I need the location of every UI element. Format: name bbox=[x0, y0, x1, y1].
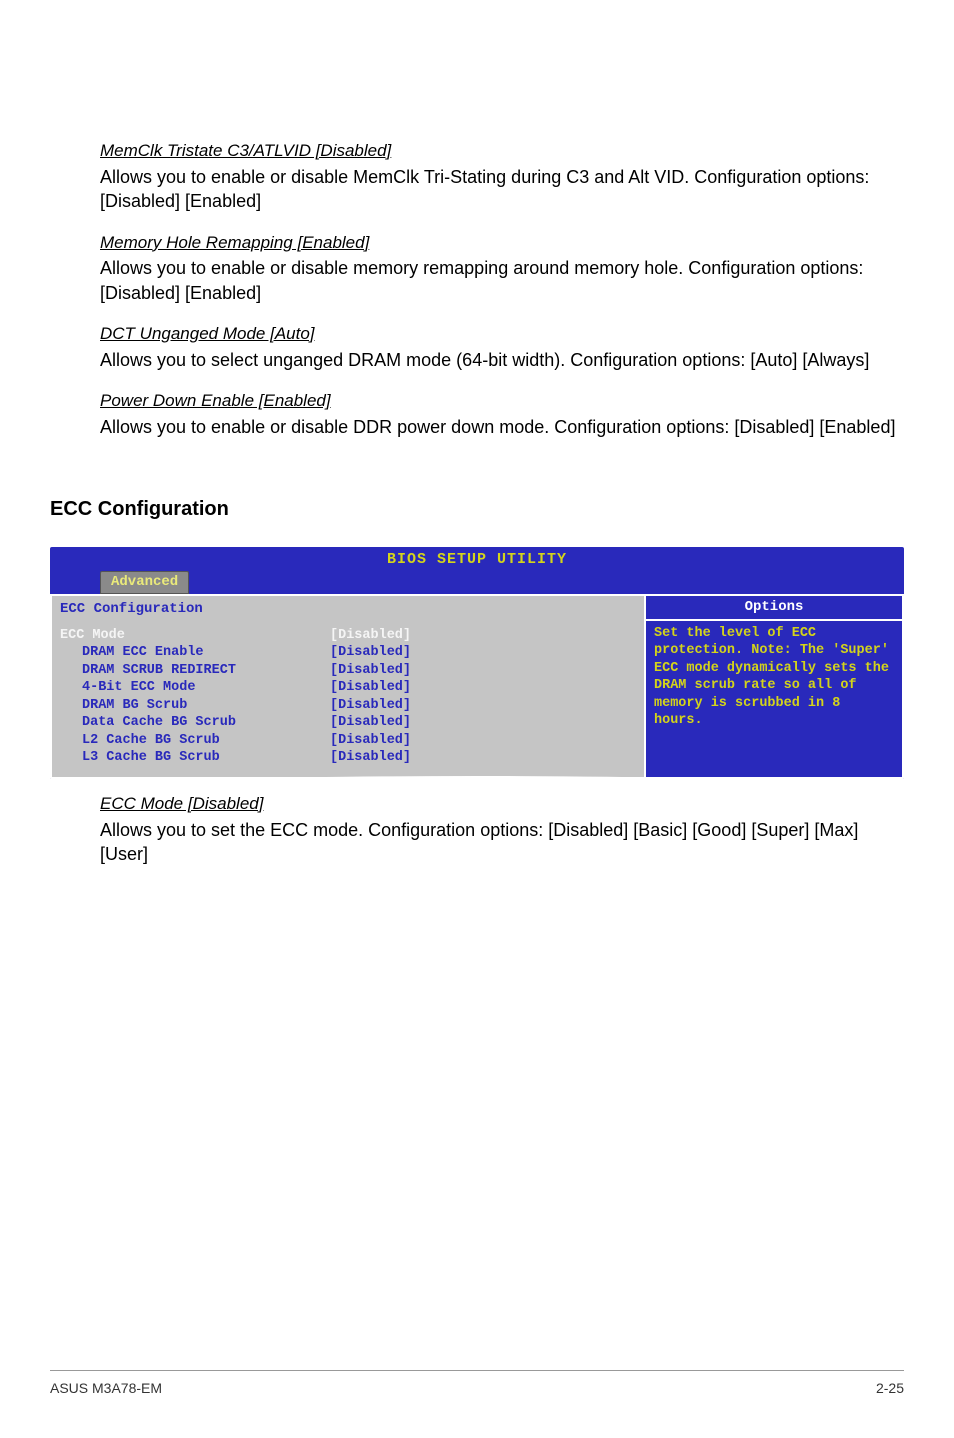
page-footer: ASUS M3A78-EM 2-25 bbox=[0, 1370, 954, 1398]
bios-setting-label: DRAM BG Scrub bbox=[60, 697, 330, 715]
ecc-configuration-heading: ECC Configuration bbox=[50, 496, 904, 523]
bios-setting-label: DRAM ECC Enable bbox=[60, 644, 330, 662]
bios-setting-value: [Disabled] bbox=[330, 679, 411, 697]
config-item: DCT Unganged Mode [Auto] Allows you to s… bbox=[50, 323, 904, 372]
bios-setting-label: DRAM SCRUB REDIRECT bbox=[60, 662, 330, 680]
option-heading: DCT Unganged Mode [Auto] bbox=[100, 323, 904, 346]
bios-setting-row: DRAM SCRUB REDIRECT[Disabled] bbox=[60, 662, 636, 680]
bios-title: BIOS SETUP UTILITY bbox=[50, 547, 904, 571]
option-description: Allows you to enable or disable memory r… bbox=[100, 256, 904, 305]
bios-screenshot: BIOS SETUP UTILITY Advanced ECC Configur… bbox=[50, 547, 904, 779]
config-item: Memory Hole Remapping [Enabled] Allows y… bbox=[50, 232, 904, 306]
bios-left-panel: ECC Configuration ECC Mode[Disabled]DRAM… bbox=[50, 596, 646, 779]
bios-setting-value: [Disabled] bbox=[330, 732, 411, 750]
bios-section-title: ECC Configuration bbox=[60, 600, 636, 619]
bios-setting-value: [Disabled] bbox=[330, 714, 411, 732]
bios-setting-row: DRAM ECC Enable[Disabled] bbox=[60, 644, 636, 662]
bios-setting-label: 4-Bit ECC Mode bbox=[60, 679, 330, 697]
bios-tab-advanced: Advanced bbox=[100, 571, 189, 594]
option-heading: Power Down Enable [Enabled] bbox=[100, 390, 904, 413]
bios-setting-value: [Disabled] bbox=[330, 697, 411, 715]
bios-setting-value: [Disabled] bbox=[330, 749, 411, 767]
bios-setting-row: L2 Cache BG Scrub[Disabled] bbox=[60, 732, 636, 750]
bios-help-text: Set the level of ECC protection. Note: T… bbox=[646, 621, 902, 740]
option-heading: Memory Hole Remapping [Enabled] bbox=[100, 232, 904, 255]
bios-setting-row: DRAM BG Scrub[Disabled] bbox=[60, 697, 636, 715]
bios-setting-row: Data Cache BG Scrub[Disabled] bbox=[60, 714, 636, 732]
bios-setting-row: L3 Cache BG Scrub[Disabled] bbox=[60, 749, 636, 767]
bios-setting-value: [Disabled] bbox=[330, 644, 411, 662]
option-heading: ECC Mode [Disabled] bbox=[100, 793, 904, 816]
config-item: MemClk Tristate C3/ATLVID [Disabled] All… bbox=[50, 140, 904, 214]
bios-setting-label: L3 Cache BG Scrub bbox=[60, 749, 330, 767]
footer-page-number: 2-25 bbox=[876, 1379, 904, 1398]
option-heading: MemClk Tristate C3/ATLVID [Disabled] bbox=[100, 140, 904, 163]
config-item: ECC Mode [Disabled] Allows you to set th… bbox=[50, 793, 904, 867]
bios-setting-row: ECC Mode[Disabled] bbox=[60, 627, 636, 645]
bios-setting-label: L2 Cache BG Scrub bbox=[60, 732, 330, 750]
option-description: Allows you to enable or disable MemClk T… bbox=[100, 165, 904, 214]
footer-product-name: ASUS M3A78-EM bbox=[50, 1379, 162, 1398]
option-description: Allows you to select unganged DRAM mode … bbox=[100, 348, 904, 372]
bios-setting-value: [Disabled] bbox=[330, 627, 411, 645]
bios-right-panel: Options Set the level of ECC protection.… bbox=[646, 596, 904, 779]
bios-setting-label: ECC Mode bbox=[60, 627, 330, 645]
bios-setting-label: Data Cache BG Scrub bbox=[60, 714, 330, 732]
config-item: Power Down Enable [Enabled] Allows you t… bbox=[50, 390, 904, 439]
option-description: Allows you to set the ECC mode. Configur… bbox=[100, 818, 904, 867]
option-description: Allows you to enable or disable DDR powe… bbox=[100, 415, 904, 439]
bios-setting-row: 4-Bit ECC Mode[Disabled] bbox=[60, 679, 636, 697]
bios-options-label: Options bbox=[646, 596, 902, 621]
bios-setting-value: [Disabled] bbox=[330, 662, 411, 680]
